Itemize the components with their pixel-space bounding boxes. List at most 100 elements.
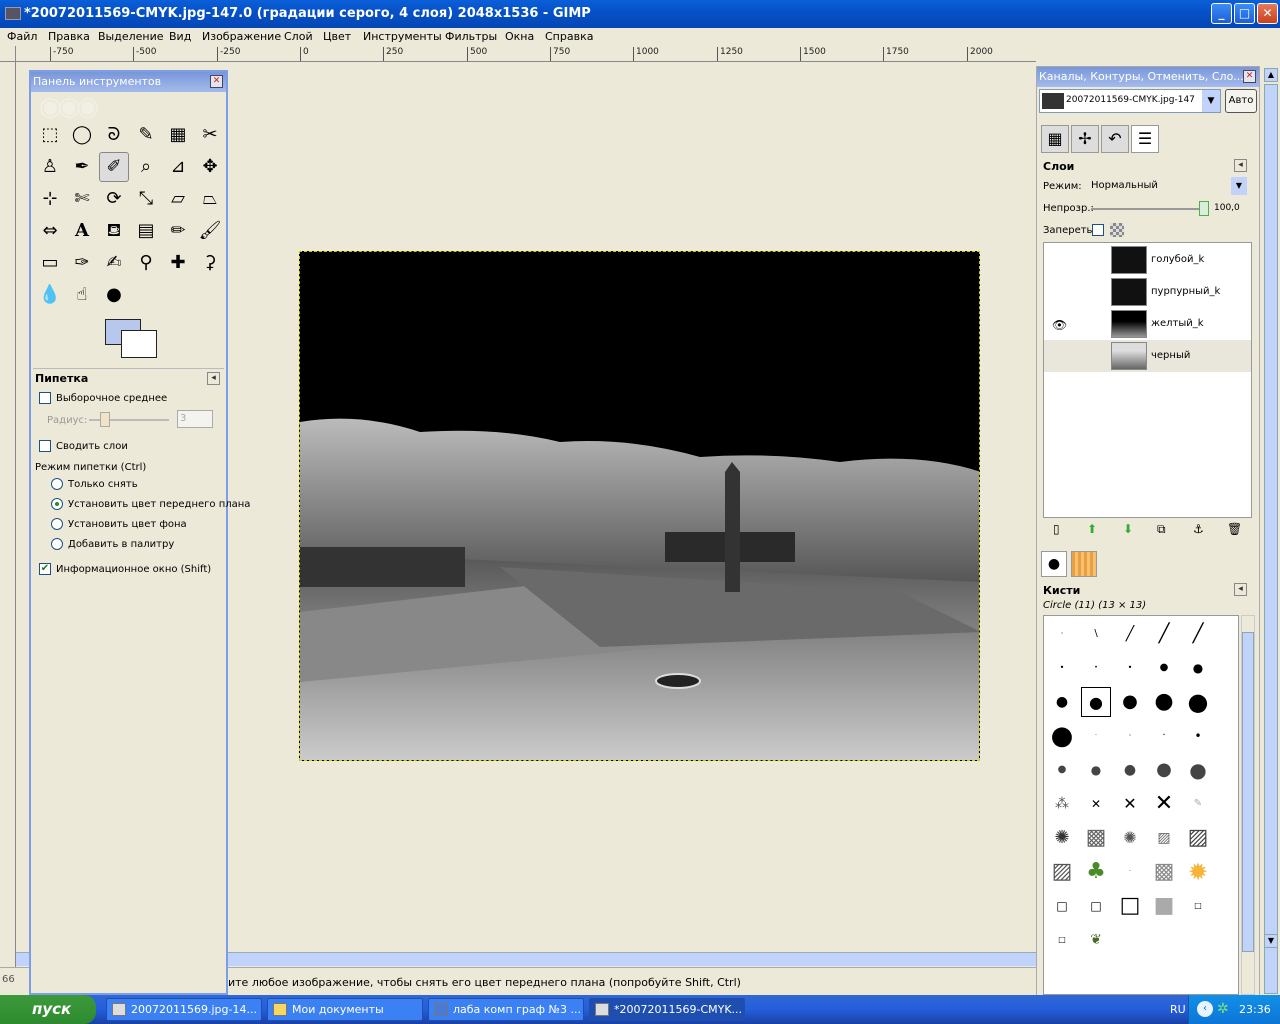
zoom-tool-icon[interactable]: ⌕ [131,152,161,182]
channels-tab-icon[interactable]: ▦ [1041,125,1069,153]
layers-tab-icon[interactable]: ☰ [1131,125,1159,153]
flip-tool-icon[interactable]: ⇔ [35,216,65,246]
radius-slider-handle[interactable] [100,412,110,427]
brushes-menu-button[interactable]: ◂ [1234,583,1247,596]
brush-item[interactable]: · [1081,721,1111,751]
lock-alpha-checkbox[interactable] [1092,224,1104,236]
brush-item[interactable]: ✕ [1149,789,1179,819]
ellipse-select-tool-icon[interactable]: ◯ [67,120,97,150]
brush-item[interactable]: ● [1047,721,1077,751]
radius-spinbox[interactable]: 3 [177,410,213,428]
brush-item-selected[interactable]: ● [1081,687,1111,717]
scroll-up-icon[interactable]: ▲ [1264,68,1278,82]
chevron-down-icon[interactable]: ▼ [1202,90,1220,112]
brush-item[interactable]: □ [1115,891,1145,921]
menu-help[interactable]: Справка [545,30,593,43]
menu-view[interactable]: Вид [169,30,191,43]
opacity-value[interactable]: 100,0 [1214,203,1240,213]
brush-item[interactable]: □ [1183,891,1213,921]
maximize-button[interactable]: □ [1234,3,1255,24]
brush-item[interactable]: ▨ [1183,823,1213,853]
layers-menu-button[interactable]: ◂ [1234,159,1247,172]
align-tool-icon[interactable]: ⊹ [35,184,65,214]
blend-tool-icon[interactable]: ▤ [131,216,161,246]
dock-close-button[interactable]: ✕ [1243,70,1256,83]
brush-item[interactable]: ● [1183,755,1213,785]
patterns-tab-icon[interactable] [1071,551,1097,577]
rect-select-tool-icon[interactable]: ⬚ [35,120,65,150]
opacity-slider-track[interactable] [1091,208,1207,210]
foreground-select-tool-icon[interactable]: ♙ [35,152,65,182]
brush-item[interactable]: ╱ [1115,619,1145,649]
brush-item[interactable]: ╱ [1183,619,1213,649]
layer-row[interactable]: 👁 желтый_k [1044,308,1251,340]
pencil-tool-icon[interactable]: ✏ [163,216,193,246]
mode-pick-only-radio[interactable] [51,478,63,490]
scissors-tool-icon[interactable]: ✂ [195,120,225,150]
brush-item[interactable]: · [1115,721,1145,751]
brush-item[interactable]: ● [1149,653,1179,683]
brush-item[interactable]: ● [1149,687,1179,717]
brush-item[interactable]: ● [1047,755,1077,785]
brush-item[interactable]: ● [1047,687,1077,717]
menu-tools[interactable]: Инструменты [363,30,442,43]
brush-grid-scrollbar[interactable] [1241,615,1255,995]
brush-item[interactable]: ✺ [1115,823,1145,853]
brush-item[interactable]: • [1115,653,1145,683]
shear-tool-icon[interactable]: ▱ [163,184,193,214]
brush-item[interactable]: ✕ [1081,789,1111,819]
menu-image[interactable]: Изображение [202,30,281,43]
brush-item[interactable]: ▩ [1149,857,1179,887]
brush-item[interactable]: □ [1047,925,1077,955]
dock-scrollbar[interactable]: ▲ ▼ [1262,66,1280,996]
mode-set-background-radio[interactable] [51,518,63,530]
blur-tool-icon[interactable]: 💧 [35,280,65,310]
brush-item[interactable]: □ [1081,891,1111,921]
color-picker-tool-icon[interactable]: ✐ [99,152,129,182]
brush-item[interactable]: ▨ [1149,823,1179,853]
menu-edit[interactable]: Правка [48,30,90,43]
brush-item[interactable]: ● [1183,687,1213,717]
rotate-tool-icon[interactable]: ⟳ [99,184,129,214]
bucket-fill-tool-icon[interactable]: ⛾ [99,216,129,246]
close-button[interactable]: ✕ [1257,3,1278,24]
toolbox-close-button[interactable]: ✕ [210,75,223,88]
brush-item[interactable]: ▩ [1081,823,1111,853]
color-select-tool-icon[interactable]: ▦ [163,120,193,150]
vertical-ruler[interactable] [0,62,16,967]
mode-select[interactable]: Нормальный ▼ [1087,177,1247,195]
new-layer-icon[interactable]: ▯ [1053,522,1060,536]
move-tool-icon[interactable]: ✥ [195,152,225,182]
smudge-tool-icon[interactable]: ☝ [67,280,97,310]
scale-tool-icon[interactable]: ⤡ [131,184,161,214]
brush-item[interactable]: ✕ [1115,789,1145,819]
menu-colors[interactable]: Цвет [323,30,351,43]
eraser-tool-icon[interactable]: ▭ [35,248,65,278]
brush-item[interactable]: • [1183,721,1213,751]
brush-item[interactable]: \ [1081,619,1111,649]
chevron-down-icon[interactable]: ▼ [1231,177,1247,195]
undo-tab-icon[interactable]: ↶ [1101,125,1129,153]
layer-row[interactable]: пурпурный_k [1044,276,1251,308]
brush-item[interactable]: · [1047,619,1077,649]
fuzzy-select-tool-icon[interactable]: ✎ [131,120,161,150]
duplicate-layer-icon[interactable]: ⧉ [1157,522,1166,537]
tool-options-menu-button[interactable]: ◂ [207,372,220,385]
auto-button[interactable]: Авто [1225,89,1257,113]
paths-tool-icon[interactable]: ✒ [67,152,97,182]
minimize-button[interactable]: _ [1211,3,1232,24]
show-hidden-icons-icon[interactable]: ‹ [1197,1001,1213,1017]
opacity-slider-handle[interactable] [1199,201,1209,216]
dock-scroll-thumb[interactable] [1264,84,1278,994]
brush-item[interactable]: ● [1115,755,1145,785]
brush-item[interactable]: • [1047,653,1077,683]
horizontal-ruler[interactable]: -750 -500 -250 0 250 500 750 1000 1250 1… [16,46,1036,62]
brush-item[interactable]: ■ [1149,891,1179,921]
paths-tab-icon[interactable]: ✢ [1071,125,1099,153]
brush-item[interactable]: · [1115,857,1145,887]
crop-tool-icon[interactable]: ✄ [67,184,97,214]
menu-file[interactable]: Файл [7,30,37,43]
mode-add-palette-radio[interactable] [51,538,63,550]
brush-item[interactable]: ● [1081,755,1111,785]
free-select-tool-icon[interactable]: ᘐ [99,120,129,150]
